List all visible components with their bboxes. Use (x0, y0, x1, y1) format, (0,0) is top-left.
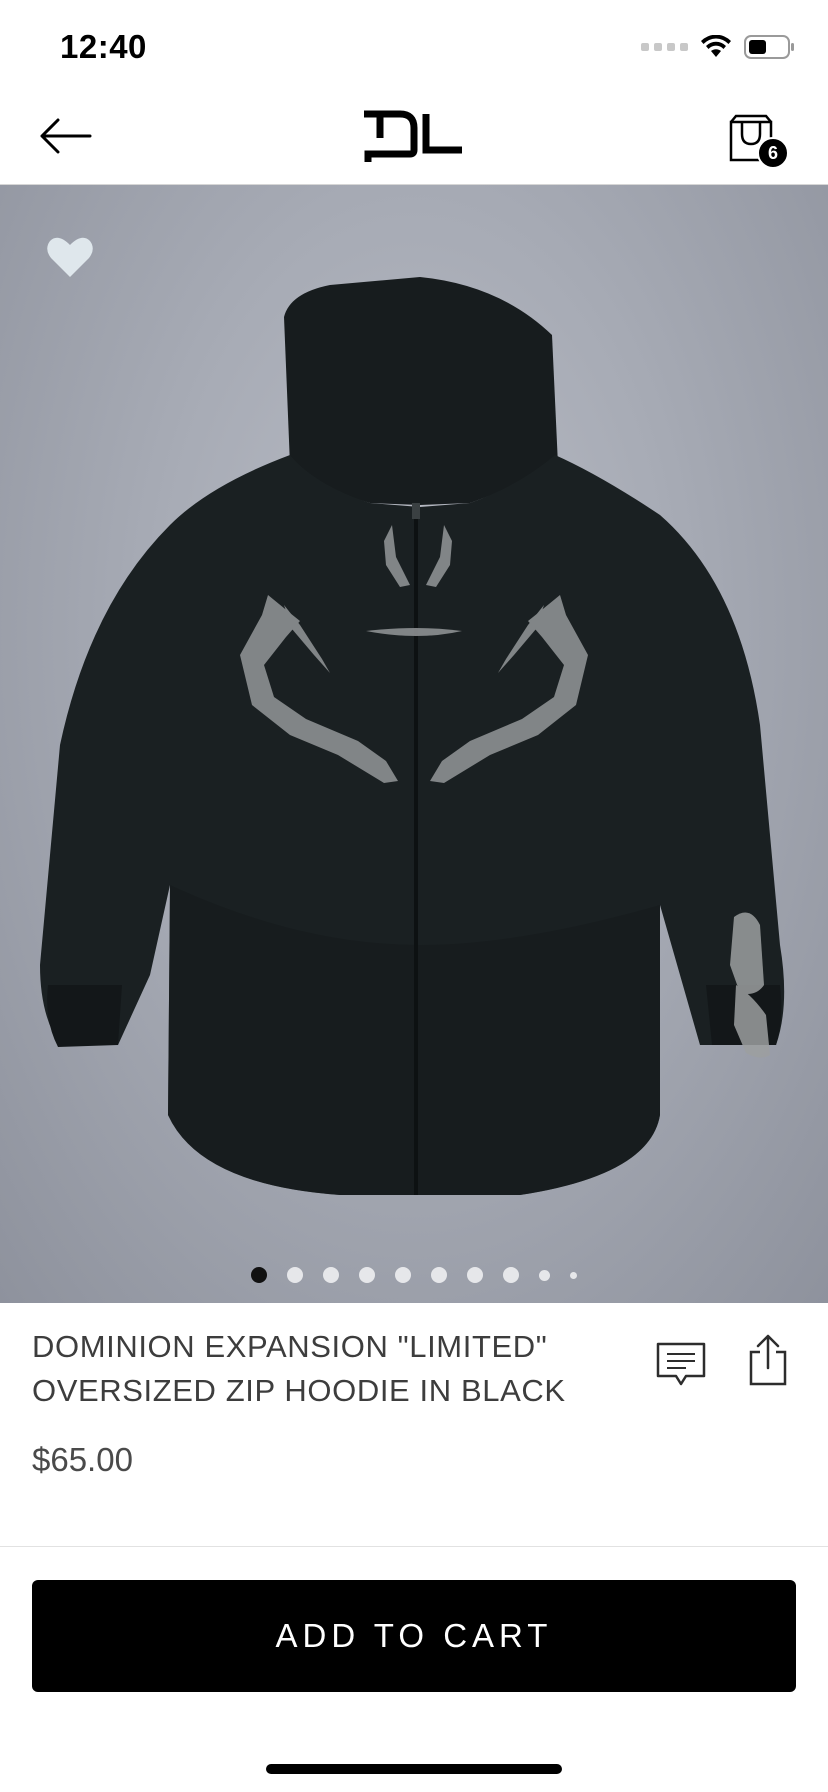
pager-dot[interactable] (431, 1267, 447, 1283)
product-info: DOMINION EXPANSION "LIMITED" OVERSIZED Z… (32, 1325, 612, 1479)
status-time: 12:40 (60, 28, 147, 65)
pager-dot[interactable] (287, 1267, 303, 1283)
product-image (40, 277, 785, 1195)
wifi-icon (701, 35, 731, 57)
battery-icon (744, 35, 794, 59)
home-indicator[interactable] (266, 1764, 562, 1774)
share-icon[interactable] (748, 1334, 788, 1386)
pager-dot[interactable] (570, 1271, 577, 1279)
product-price: $65.00 (32, 1441, 133, 1478)
product-title: DOMINION EXPANSION "LIMITED" OVERSIZED Z… (32, 1329, 566, 1408)
pager-dot[interactable] (323, 1267, 339, 1283)
chat-icon[interactable] (656, 1342, 706, 1388)
divider (0, 1546, 828, 1547)
add-to-cart-button[interactable]: ADD TO CART (32, 1580, 796, 1692)
pager-dot[interactable] (467, 1267, 483, 1283)
product-image-carousel[interactable] (0, 185, 828, 1303)
cart-button[interactable]: 6 (728, 114, 792, 174)
arrow-left-icon[interactable] (38, 116, 92, 156)
cellular-signal-icon (641, 43, 688, 51)
pager-dot[interactable] (251, 1267, 267, 1283)
pager-dot[interactable] (395, 1267, 411, 1283)
pager-dot[interactable] (539, 1269, 550, 1281)
cart-count-badge: 6 (757, 137, 789, 169)
status-bar: 12:40 (0, 0, 828, 96)
pager-dot[interactable] (503, 1267, 519, 1283)
carousel-pager (0, 1267, 828, 1283)
pager-dot[interactable] (359, 1267, 375, 1283)
dl-logo-icon[interactable] (360, 110, 464, 166)
nav-bar: 6 (0, 96, 828, 185)
heart-icon[interactable] (46, 235, 94, 279)
status-icons (641, 34, 796, 60)
